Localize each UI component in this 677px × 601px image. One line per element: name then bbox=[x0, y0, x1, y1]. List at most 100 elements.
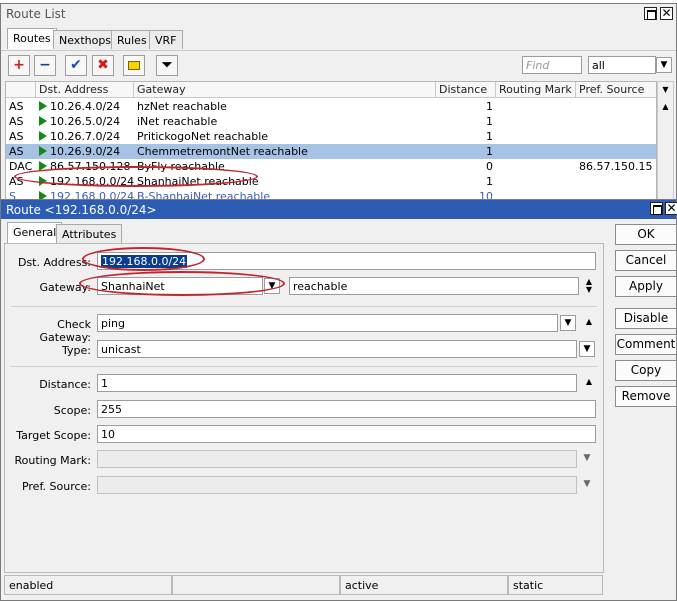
route-active-icon bbox=[39, 131, 47, 141]
route-active-icon bbox=[39, 146, 47, 156]
table-cell-gateway: hzNet reachable bbox=[137, 100, 227, 113]
table-header: Dst. Address Gateway Distance Routing Ma… bbox=[6, 82, 656, 98]
routing-mark-label: Routing Mark: bbox=[14, 454, 91, 467]
table-cell-distance: 1 bbox=[486, 175, 493, 188]
comment-button[interactable]: Comment bbox=[615, 334, 677, 355]
tab-nexthops[interactable]: Nexthops bbox=[53, 30, 118, 49]
status-static: static bbox=[508, 575, 603, 595]
table-cell-dst: 10.26.4.0/24 bbox=[39, 99, 134, 114]
ok-button[interactable]: OK bbox=[615, 224, 677, 245]
table-cell-pref bbox=[579, 129, 656, 144]
scope-label: Scope: bbox=[53, 404, 91, 417]
table-cell-mark bbox=[499, 114, 576, 129]
target-scope-input[interactable]: 10 bbox=[97, 425, 596, 443]
route-dialog-tabs: General Attributes bbox=[7, 222, 127, 244]
col-pref-source[interactable]: Pref. Source bbox=[576, 82, 656, 98]
check-gateway-label: Check Gateway: bbox=[39, 318, 92, 344]
routing-mark-dropdown-icon[interactable]: ▼ bbox=[579, 451, 595, 467]
table-cell-distance: 1 bbox=[486, 145, 493, 158]
find-input[interactable]: Find bbox=[522, 56, 582, 74]
table-cell-mark bbox=[499, 144, 576, 159]
table-cell-pref bbox=[579, 99, 656, 114]
check-gateway-up-icon[interactable]: ▲ bbox=[583, 318, 595, 336]
table-cell-pref bbox=[579, 174, 656, 189]
filter-dropdown-icon[interactable]: ▼ bbox=[656, 57, 672, 73]
scope-input[interactable]: 255 bbox=[97, 400, 596, 418]
route-list-tabs: Routes Nexthops Rules VRF bbox=[7, 28, 207, 50]
table-cell-pref bbox=[579, 114, 656, 129]
copy-button[interactable]: Copy bbox=[615, 360, 677, 381]
cancel-button[interactable]: Cancel bbox=[615, 250, 677, 271]
distance-up-icon[interactable]: ▲ bbox=[583, 378, 595, 396]
scroll-up-icon[interactable]: ▲ bbox=[659, 100, 672, 114]
annotation-ring-gateway bbox=[79, 271, 285, 296]
pref-source-label: Pref. Source: bbox=[21, 480, 91, 493]
maximize-icon[interactable] bbox=[644, 7, 657, 20]
table-cell-gateway: PritickogoNet reachable bbox=[137, 130, 269, 143]
status-enabled: enabled bbox=[4, 575, 172, 595]
pref-source-dropdown-icon[interactable]: ▼ bbox=[579, 477, 595, 493]
table-cell-gateway: ChemmetremontNet reachable bbox=[137, 145, 308, 158]
apply-button[interactable]: Apply bbox=[615, 276, 677, 297]
close-icon[interactable]: ✕ bbox=[660, 7, 673, 20]
type-dropdown-icon[interactable]: ▼ bbox=[579, 341, 595, 357]
col-distance[interactable]: Distance bbox=[436, 82, 496, 98]
table-row[interactable]: AS 10.26.5.0/24 iNet reachable 1 bbox=[6, 114, 656, 129]
type-select[interactable]: unicast bbox=[97, 340, 577, 358]
remove-button[interactable]: Remove bbox=[615, 386, 677, 407]
table-cell-mark bbox=[499, 129, 576, 144]
remove-icon[interactable]: − bbox=[34, 55, 56, 76]
col-dst-address[interactable]: Dst. Address bbox=[36, 82, 134, 98]
table-scrollbar[interactable]: ▼ ▲ bbox=[657, 81, 674, 201]
col-gateway[interactable]: Gateway bbox=[134, 82, 436, 98]
table-row[interactable]: AS 10.26.7.0/24 PritickogoNet reachable 1 bbox=[6, 129, 656, 144]
table-cell-mark bbox=[499, 99, 576, 114]
add-icon[interactable]: + bbox=[8, 55, 30, 76]
divider bbox=[11, 366, 597, 367]
route-active-icon bbox=[39, 101, 47, 111]
divider bbox=[11, 306, 597, 307]
col-routing-mark[interactable]: Routing Mark bbox=[496, 82, 576, 98]
table-cell-mark bbox=[499, 174, 576, 189]
disable-x-icon[interactable]: ✖ bbox=[92, 55, 114, 76]
route-dialog-title: Route <192.168.0.0/24> bbox=[6, 203, 157, 217]
check-gateway-input[interactable]: ping bbox=[97, 314, 558, 332]
pref-source-select[interactable] bbox=[97, 476, 577, 494]
tab-routes[interactable]: Routes bbox=[7, 28, 57, 49]
routing-mark-select[interactable] bbox=[97, 450, 577, 468]
route-list-toolbar: + − ✔ ✖ ⏷ Find all ▼ bbox=[1, 50, 676, 80]
annotation-ring-route-row bbox=[14, 166, 258, 187]
filter-icon[interactable]: ⏷ bbox=[156, 55, 178, 76]
table-cell-dst: 10.26.5.0/24 bbox=[39, 114, 134, 129]
dst-address-label: Dst. Address: bbox=[17, 256, 91, 269]
tab-general[interactable]: General bbox=[7, 222, 63, 243]
table-cell-dst: 10.26.7.0/24 bbox=[39, 129, 134, 144]
route-list-title: Route List bbox=[6, 7, 66, 21]
table-cell-flags: AS bbox=[9, 100, 24, 113]
table-cell-flags: AS bbox=[9, 130, 24, 143]
table-cell-distance: 1 bbox=[486, 100, 493, 113]
general-panel: Dst. Address: 192.168.0.0/24 Gateway: Sh… bbox=[4, 243, 604, 573]
enable-check-icon[interactable]: ✔ bbox=[65, 55, 87, 76]
status-empty bbox=[172, 575, 340, 595]
disable-button[interactable]: Disable bbox=[615, 308, 677, 329]
table-row[interactable]: AS 10.26.4.0/24 hzNet reachable 1 bbox=[6, 99, 656, 114]
table-cell-flags: AS bbox=[9, 145, 24, 158]
comment-icon[interactable] bbox=[123, 55, 145, 76]
tab-vrf[interactable]: VRF bbox=[149, 30, 183, 49]
distance-input[interactable]: 1 bbox=[97, 374, 577, 392]
gateway-state-field: reachable bbox=[289, 277, 579, 295]
dialog-maximize-icon[interactable] bbox=[650, 202, 663, 215]
dialog-close-icon[interactable]: ✕ bbox=[665, 202, 677, 215]
filter-select[interactable]: all bbox=[588, 56, 656, 74]
table-row[interactable]: AS 10.26.9.0/24 ChemmetremontNet reachable… bbox=[6, 144, 656, 159]
check-gateway-dropdown-icon[interactable]: ▼ bbox=[560, 315, 576, 331]
table-cell-pref: 86.57.150.15 bbox=[579, 160, 653, 173]
scroll-menu-icon[interactable]: ▼ bbox=[659, 83, 672, 97]
col-flags[interactable] bbox=[6, 82, 36, 98]
gateway-updown-icon[interactable]: ▲ ▼ bbox=[583, 278, 595, 296]
status-active: active bbox=[340, 575, 508, 595]
route-list-titlebar: Route List bbox=[1, 4, 676, 24]
tab-rules[interactable]: Rules bbox=[111, 30, 153, 49]
tab-attributes[interactable]: Attributes bbox=[56, 224, 123, 243]
